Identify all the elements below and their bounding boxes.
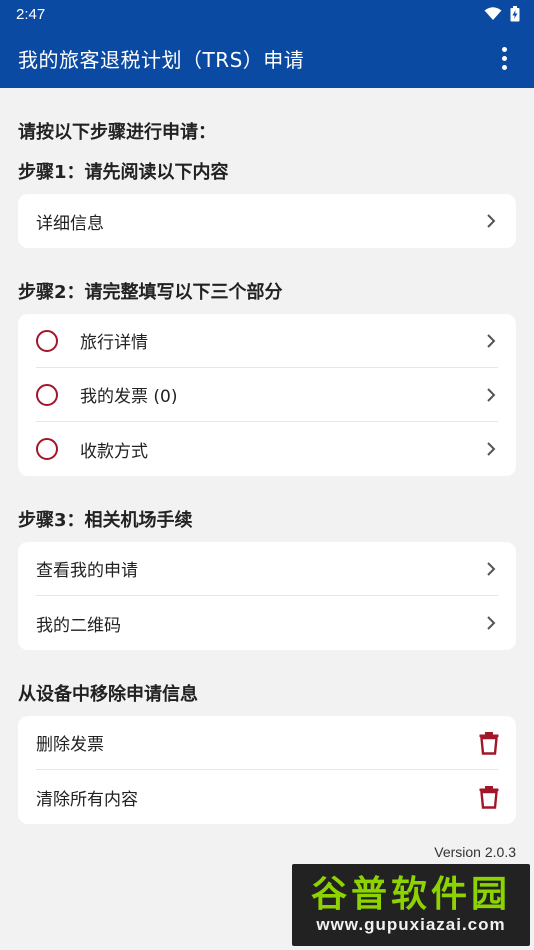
row-label: 旅行详情 — [80, 333, 148, 353]
watermark: 谷普软件园 www.gupuxiazai.com — [292, 864, 530, 946]
step2-title: 步骤2：请完整填写以下三个部分 — [18, 282, 283, 303]
list-item-view-application[interactable]: 查看我的申请 — [36, 542, 498, 596]
step3-card: 查看我的申请 我的二维码 — [18, 542, 516, 650]
list-item-details[interactable]: 详细信息 — [36, 194, 498, 248]
list-item-my-qr-code[interactable]: 我的二维码 — [36, 596, 498, 650]
step1-card: 详细信息 — [18, 194, 516, 248]
watermark-url: www.gupuxiazai.com — [316, 914, 506, 934]
radio-unchecked-icon — [36, 438, 58, 460]
app-bar: 我的旅客退税计划（TRS）申请 — [0, 28, 534, 88]
remove-card: 删除发票 清除所有内容 — [18, 716, 516, 824]
step1-title: 步骤1：请先阅读以下内容 — [18, 162, 229, 183]
row-label: 查看我的申请 — [36, 561, 138, 581]
wifi-icon — [484, 7, 502, 20]
row-label: 我的发票 (0) — [80, 387, 178, 407]
row-label: 我的二维码 — [36, 615, 121, 636]
list-item-travel-details[interactable]: 旅行详情 — [36, 314, 498, 368]
step2-card: 旅行详情 我的发票 (0) 收款方式 — [18, 314, 516, 476]
row-label: 清除所有内容 — [36, 789, 138, 810]
radio-unchecked-icon — [36, 383, 58, 406]
status-icons — [484, 6, 520, 22]
app-title: 我的旅客退税计划（TRS）申请 — [18, 47, 305, 72]
row-label: 收款方式 — [80, 441, 148, 462]
watermark-title: 谷普软件园 — [310, 874, 511, 916]
chevron-right-icon — [487, 616, 496, 630]
list-item-my-invoices[interactable]: 我的发票 (0) — [36, 368, 498, 422]
main-content: 请按以下步骤进行申请： 步骤1：请先阅读以下内容 详细信息 步骤2：请完整填写以… — [0, 118, 534, 860]
version-text: Version 2.0.3 — [434, 844, 516, 860]
battery-icon — [510, 6, 520, 22]
step3-title: 步骤3：相关机场手续 — [18, 510, 193, 531]
list-item-payment-method[interactable]: 收款方式 — [36, 422, 498, 476]
chevron-right-icon — [487, 561, 496, 576]
trash-icon[interactable] — [478, 785, 500, 809]
remove-title: 从设备中移除申请信息 — [18, 684, 198, 705]
trash-icon[interactable] — [478, 731, 500, 755]
more-vert-icon[interactable] — [492, 42, 516, 74]
row-label: 删除发票 — [36, 735, 104, 755]
row-label: 详细信息 — [36, 213, 104, 234]
chevron-right-icon — [487, 214, 496, 228]
list-item-delete-invoices[interactable]: 删除发票 — [36, 716, 500, 770]
list-item-clear-all[interactable]: 清除所有内容 — [36, 770, 500, 824]
intro-heading: 请按以下步骤进行申请： — [18, 122, 216, 143]
status-bar: 2:47 — [0, 0, 534, 28]
status-time: 2:47 — [16, 5, 46, 23]
chevron-right-icon — [487, 387, 496, 402]
chevron-right-icon — [487, 333, 496, 348]
chevron-right-icon — [487, 442, 496, 456]
radio-unchecked-icon — [36, 329, 58, 352]
